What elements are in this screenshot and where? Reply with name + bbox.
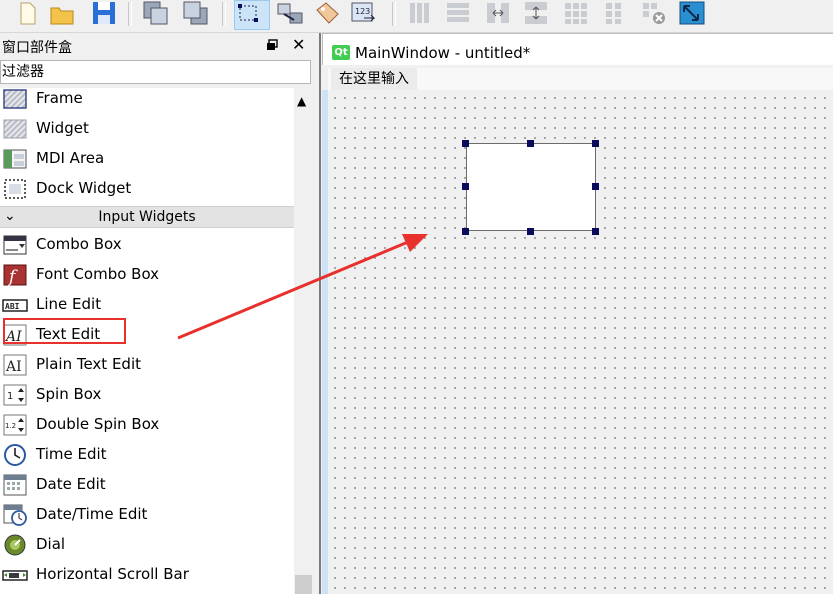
horizontal-scroll-bar-icon [2,563,28,587]
send-to-back-icon[interactable] [182,0,210,26]
save-icon[interactable] [90,0,118,26]
time-edit-icon [2,443,28,467]
widget-list-scrollbar[interactable]: ▲ [294,88,313,594]
text-edit-widget[interactable] [466,143,596,231]
widget-box-header: 窗口部件盒 ✕ [0,33,316,59]
list-item-double-spin-box[interactable]: 1.2 Double Spin Box [0,410,294,440]
list-item-plain-text-edit[interactable]: AI Plain Text Edit [0,350,294,380]
resize-handle-left[interactable] [462,183,469,190]
form-canvas[interactable] [328,90,833,594]
resize-handle-top-left[interactable] [462,140,469,147]
list-item-combo-box[interactable]: Combo Box [0,230,294,260]
edit-tab-order-icon[interactable]: 123 [350,0,378,26]
bring-to-front-icon[interactable] [142,0,170,26]
list-item-font-combo-box[interactable]: f Font Combo Box [0,260,294,290]
new-file-icon[interactable] [12,0,40,26]
spin-box-icon: 1 [2,383,28,407]
qt-logo-icon: Qt [332,45,350,60]
annotation-highlight-box [3,318,126,344]
category-input-widgets[interactable]: ⌄ Input Widgets [0,206,294,228]
svg-text:1: 1 [7,391,13,402]
list-item-line-edit[interactable]: ABI Line Edit [0,290,294,320]
svg-text:ABI: ABI [5,302,20,311]
resize-handle-top-right[interactable] [592,140,599,147]
svg-text:123: 123 [355,7,370,16]
resize-handle-bottom[interactable] [527,228,534,235]
resize-handle-bottom-right[interactable] [592,228,599,235]
menu-type-here[interactable]: 在这里输入 [331,68,417,90]
svg-text:1.2: 1.2 [5,422,16,430]
list-item-dial[interactable]: Dial [0,530,294,560]
widget-box-title: 窗口部件盒 [2,40,72,56]
form-menu-bar: 在这里输入 [328,68,833,90]
font-combo-box-icon: f [2,263,28,287]
list-item-horizontal-scroll-bar[interactable]: Horizontal Scroll Bar [0,560,294,590]
frame-icon [2,88,28,111]
date-edit-icon [2,473,28,497]
layout-form-icon[interactable] [602,0,630,26]
layout-h-splitter-icon[interactable] [484,0,512,26]
close-panel-icon[interactable]: ✕ [292,36,305,54]
combo-box-icon [2,233,28,257]
resize-handle-right[interactable] [592,183,599,190]
resize-handle-bottom-left[interactable] [462,228,469,235]
form-window: Qt MainWindow - untitled* 在这里输入 [322,33,833,594]
list-item-date-time-edit[interactable]: Date/Time Edit [0,500,294,530]
dial-icon [2,533,28,557]
edit-widgets-icon[interactable] [234,0,270,30]
break-layout-icon[interactable] [640,0,668,26]
plain-text-edit-icon: AI [2,353,28,377]
widget-box-panel: 窗口部件盒 ✕ 过滤器 Frame Widget MDI Area Dock W… [0,33,316,594]
edit-buddies-icon[interactable] [314,0,342,26]
svg-text:AI: AI [5,359,22,375]
list-item-time-edit[interactable]: Time Edit [0,440,294,470]
list-item-date-edit[interactable]: Date Edit [0,470,294,500]
filter-input[interactable]: 过滤器 [0,60,311,84]
layout-horizontal-icon[interactable] [406,0,434,26]
layout-v-splitter-icon[interactable] [522,0,550,26]
layout-vertical-icon[interactable] [444,0,472,26]
double-spin-box-icon: 1.2 [2,413,28,437]
scrollbar-thumb[interactable] [295,575,312,594]
date-time-edit-icon [2,503,28,527]
list-item-mdi-area[interactable]: MDI Area [0,144,294,174]
scroll-up-arrow-icon[interactable]: ▲ [297,94,306,108]
layout-grid-icon[interactable] [562,0,590,26]
form-title: MainWindow - untitled* [355,44,531,62]
main-toolbar: 123 [0,0,833,33]
list-item-widget[interactable]: Widget [0,114,294,144]
open-folder-icon[interactable] [48,0,76,26]
edit-signals-slots-icon[interactable] [276,0,304,26]
form-title-bar: Qt MainWindow - untitled* [322,33,833,65]
adjust-size-icon[interactable] [678,0,706,26]
list-item-frame[interactable]: Frame [0,88,294,114]
list-item-dock-widget[interactable]: Dock Widget [0,174,294,204]
resize-handle-top[interactable] [527,140,534,147]
widget-icon [2,117,28,141]
float-panel-icon[interactable] [266,39,278,51]
list-item-spin-box[interactable]: 1 Spin Box [0,380,294,410]
mdi-area-icon [2,147,28,171]
line-edit-icon: ABI [2,293,28,317]
dock-widget-icon [2,177,28,201]
